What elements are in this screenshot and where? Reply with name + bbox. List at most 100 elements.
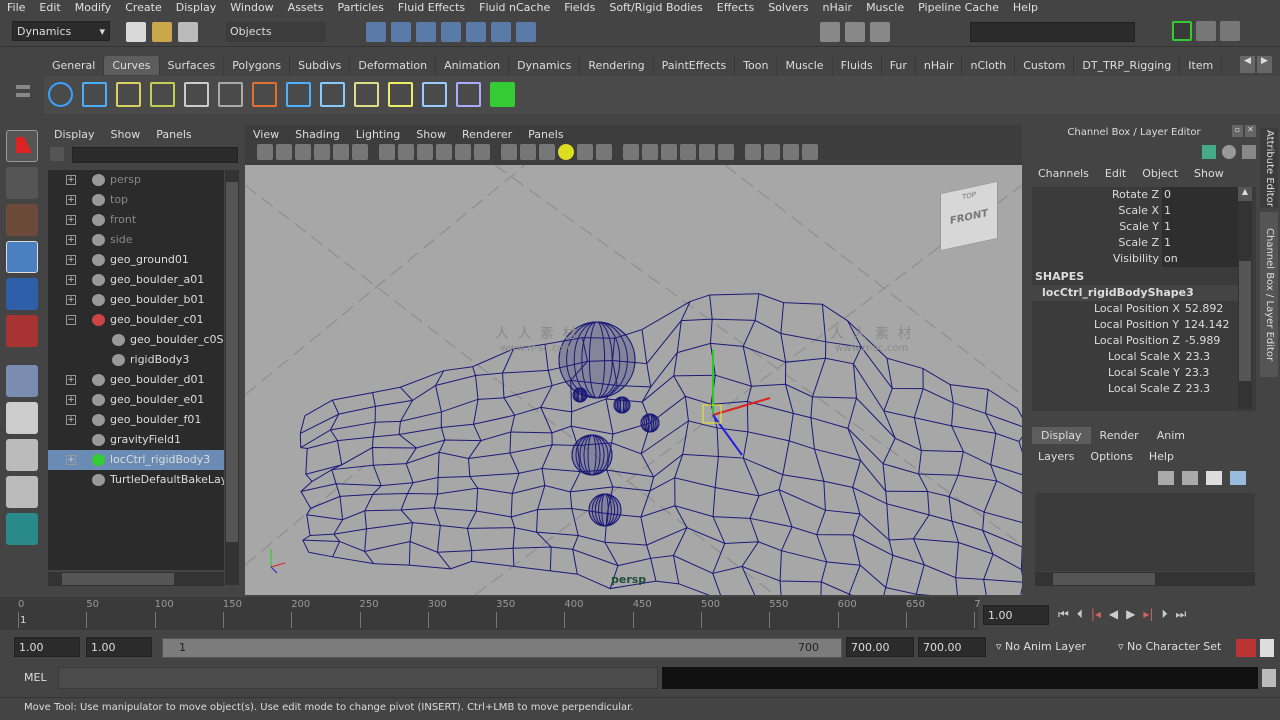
outliner-item[interactable]: gravityField1 [48, 430, 224, 450]
new-layer-icon[interactable] [1158, 471, 1174, 485]
pencil-curve-icon[interactable] [184, 82, 209, 107]
menu-modify[interactable]: Modify [68, 0, 118, 16]
channel-value[interactable]: 23.3 [1183, 365, 1210, 381]
step-back-key-icon[interactable]: |◂ [1091, 607, 1101, 622]
tab-toon[interactable]: Toon [735, 56, 778, 75]
expand-icon[interactable]: + [66, 215, 76, 225]
viewport-toolbar-icon[interactable] [417, 144, 433, 160]
menu-fluid-effects[interactable]: Fluid Effects [391, 0, 472, 16]
channel-value[interactable]: 1 [1162, 219, 1238, 235]
menu-edit[interactable]: Edit [32, 0, 67, 16]
tab-surfaces[interactable]: Surfaces [160, 56, 225, 75]
tab-render[interactable]: Render [1091, 427, 1148, 444]
outliner-horizontal-scrollbar[interactable] [48, 572, 224, 586]
outliner-item[interactable]: geo_boulder_c0Sha [48, 330, 224, 350]
snap-grid-icon[interactable] [441, 22, 461, 42]
viewport-toolbar-icon[interactable] [276, 144, 292, 160]
channel-row[interactable]: Local Scale X 23.3 [1032, 349, 1238, 365]
channel-value[interactable]: 23.3 [1184, 349, 1211, 365]
anim-end-field[interactable]: 700.00 [846, 637, 914, 657]
toggle-tool-settings-icon[interactable] [1196, 21, 1216, 41]
viewport-menu-view[interactable]: View [245, 126, 287, 144]
scale-tool-icon[interactable] [6, 315, 38, 347]
viewport-menu-shading[interactable]: Shading [287, 126, 348, 144]
extend-icon[interactable] [490, 82, 515, 107]
viewport-toolbar-icon[interactable] [558, 144, 574, 160]
channel-value[interactable]: 1 [1162, 235, 1238, 251]
boulder[interactable] [588, 493, 622, 527]
perspective-view[interactable]: 人 人 素 材 www.rr-sc.com 人 人 素 材 www.rr-sc.co… [245, 165, 1022, 595]
select-tool-icon[interactable] [6, 130, 38, 162]
viewport-toolbar-icon[interactable] [699, 144, 715, 160]
expand-icon[interactable]: + [66, 175, 76, 185]
toggle-attribute-editor-icon[interactable] [1172, 21, 1192, 41]
insert-knot-icon[interactable] [456, 82, 481, 107]
viewport-toolbar-icon[interactable] [623, 144, 639, 160]
tab-muscle[interactable]: Muscle [777, 56, 833, 75]
tab-deformation[interactable]: Deformation [350, 56, 437, 75]
viewport-toolbar-icon[interactable] [379, 144, 395, 160]
menu-create[interactable]: Create [118, 0, 169, 16]
offset-icon[interactable] [286, 82, 311, 107]
expand-icon[interactable]: + [66, 275, 76, 285]
channel-value[interactable]: on [1162, 251, 1238, 267]
current-time-field[interactable]: 1.00 [983, 605, 1049, 625]
outliner-item[interactable]: + persp [48, 170, 224, 190]
outliner-item[interactable]: + geo_boulder_b01 [48, 290, 224, 310]
circle-icon[interactable] [48, 82, 73, 107]
outliner-item[interactable]: + front [48, 210, 224, 230]
outliner-item[interactable]: + side [48, 230, 224, 250]
viewport-menu-show[interactable]: Show [408, 126, 454, 144]
channel-menu-edit[interactable]: Edit [1097, 165, 1134, 183]
outliner-item[interactable]: + top [48, 190, 224, 210]
outliner-item[interactable]: − geo_boulder_c01 [48, 310, 224, 330]
expand-icon[interactable]: + [66, 235, 76, 245]
arc-icon[interactable] [218, 82, 243, 107]
play-backward-icon[interactable]: ◀ [1109, 607, 1118, 622]
render-settings-icon[interactable] [870, 22, 890, 42]
float-panel-icon[interactable]: ▫ [1232, 125, 1243, 137]
tab-general[interactable]: General [44, 56, 105, 75]
outliner-filter-field[interactable] [72, 147, 238, 163]
viewport-toolbar-icon[interactable] [333, 144, 349, 160]
layer-icon[interactable] [1222, 145, 1236, 159]
tab-dynamics[interactable]: Dynamics [509, 56, 581, 75]
channel-menu-object[interactable]: Object [1134, 165, 1186, 183]
channel-value[interactable]: 23.3 [1184, 381, 1211, 397]
play-forward-icon[interactable]: ▶ [1126, 607, 1135, 622]
select-object-icon[interactable] [391, 22, 411, 42]
channel-value[interactable]: 0 [1162, 187, 1238, 203]
channel-value[interactable]: 124.142 [1182, 317, 1230, 333]
menu-help[interactable]: Help [1006, 0, 1045, 16]
channel-row[interactable]: Local Position Y 124.142 [1032, 317, 1238, 333]
channel-row[interactable]: Visibility on [1032, 251, 1238, 267]
tab-fluids[interactable]: Fluids [833, 56, 882, 75]
menu-solvers[interactable]: Solvers [761, 0, 815, 16]
shape-node-name[interactable]: locCtrl_rigidBodyShape3 [1032, 285, 1238, 301]
channel-menu-show[interactable]: Show [1186, 165, 1232, 183]
viewport-toolbar-icon[interactable] [577, 144, 593, 160]
select-hierarchy-icon[interactable] [366, 22, 386, 42]
step-forward-key-icon[interactable]: ▸| [1143, 607, 1153, 622]
maya-logo-icon[interactable] [6, 513, 38, 545]
channel-row[interactable]: Local Scale Y 23.3 [1032, 365, 1238, 381]
layer-menu-help[interactable]: Help [1141, 448, 1182, 466]
rotate-tool-icon[interactable] [6, 278, 38, 310]
tab-nhair[interactable]: nHair [916, 56, 963, 75]
show-manipulator-icon[interactable] [6, 365, 38, 397]
channel-value[interactable]: -5.989 [1183, 333, 1220, 349]
mel-label[interactable]: MEL [24, 671, 47, 684]
outliner-menu-display[interactable]: Display [46, 128, 103, 141]
script-editor-icon[interactable] [1262, 669, 1276, 687]
render-frame-icon[interactable] [820, 22, 840, 42]
viewport-toolbar-icon[interactable] [745, 144, 761, 160]
tab-animation[interactable]: Animation [436, 56, 510, 75]
viewport-toolbar-icon[interactable] [474, 144, 490, 160]
outliner-item[interactable]: TurtleDefaultBakeLayer [48, 470, 224, 490]
outliner-item[interactable]: + geo_boulder_e01 [48, 390, 224, 410]
expand-icon[interactable]: + [66, 255, 76, 265]
expand-icon[interactable]: + [66, 415, 76, 425]
viewport-menu-panels[interactable]: Panels [520, 126, 571, 144]
view-cube[interactable]: TOP FRONT [940, 180, 998, 252]
shelf-options-icon[interactable] [14, 55, 32, 115]
